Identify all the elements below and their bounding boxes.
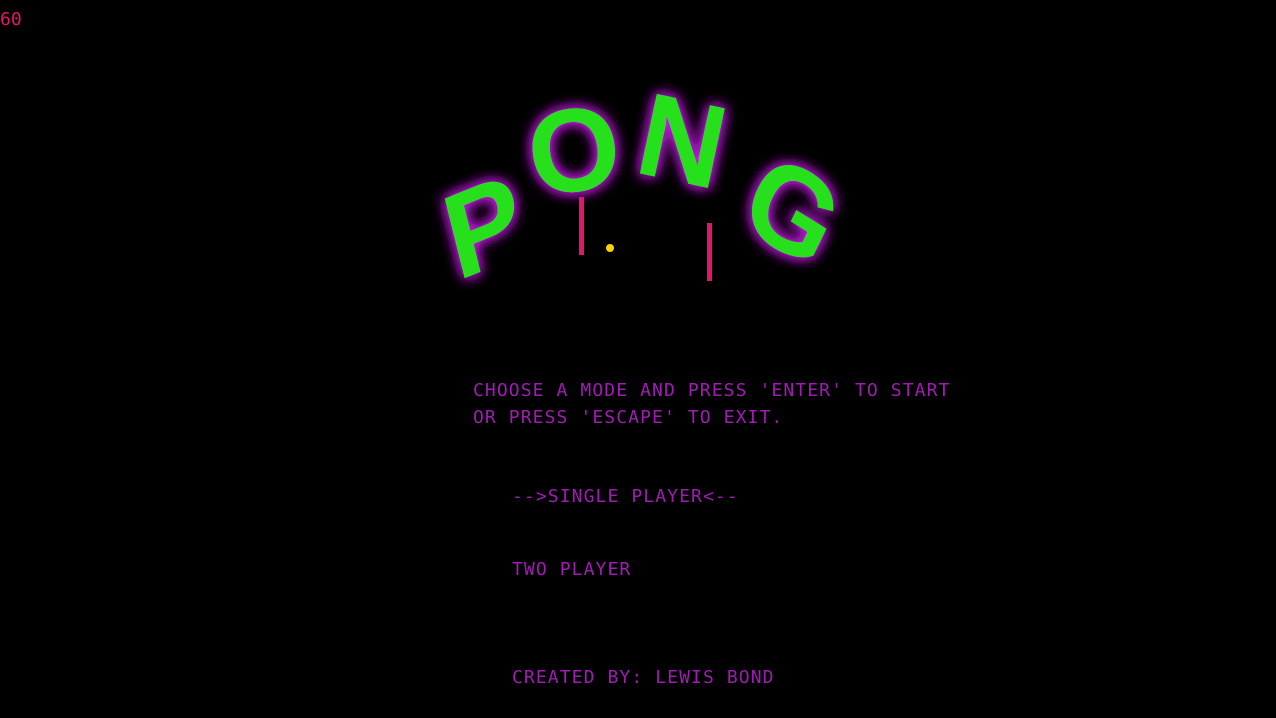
instruction-line-1: CHOOSE A MODE AND PRESS 'ENTER' TO START (473, 380, 951, 401)
credits: CREATED BY: LEWIS BOND (512, 667, 775, 688)
menu-option-two-player[interactable]: TWO PLAYER (512, 559, 631, 581)
demo-right-paddle (707, 223, 712, 281)
fps-counter: 60 (0, 9, 22, 30)
pong-logo: P O N G (432, 60, 861, 306)
instruction-line-2: OR PRESS 'ESCAPE' TO EXIT. (473, 407, 784, 428)
demo-ball (606, 244, 614, 252)
logo-letter-g: G (724, 127, 860, 295)
instructions: CHOOSE A MODE AND PRESS 'ENTER' TO START… (473, 377, 950, 431)
demo-left-paddle (579, 197, 584, 255)
menu-option-single-player[interactable]: -->SINGLE PLAYER<-- (512, 486, 739, 508)
game-screen: 60 P O N G CHOOSE A MODE AND PRESS 'ENTE… (0, 0, 1276, 718)
pong-logo-graphic: P O N G (432, 68, 861, 306)
logo-letter-p: P (432, 148, 537, 306)
logo-letter-o: O (519, 79, 628, 222)
logo-letter-n: N (627, 68, 738, 215)
